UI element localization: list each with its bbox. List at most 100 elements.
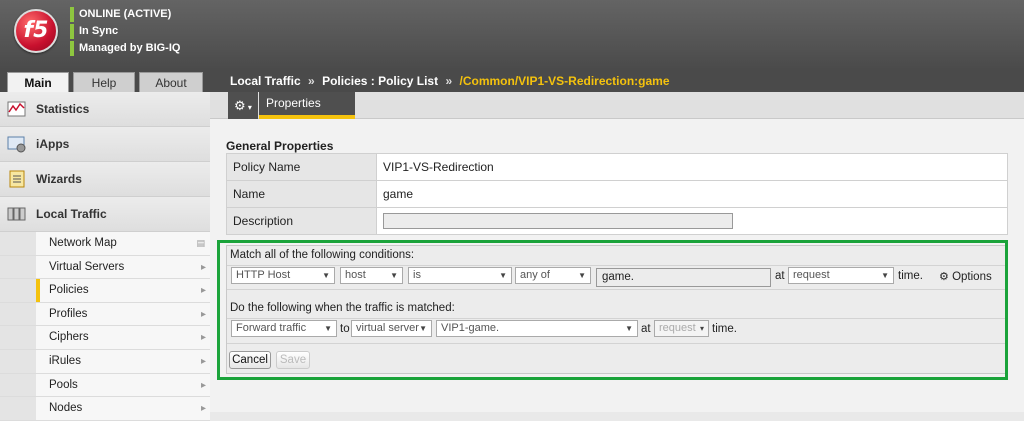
chevron-down-icon: ▼ xyxy=(390,271,398,280)
iapps-icon xyxy=(7,136,26,153)
action-at-label: at xyxy=(641,323,651,335)
local-traffic-submenu: Network Map ▤ Virtual Servers ▸ Policies ▸ … xyxy=(0,232,210,421)
sidebar: Statistics iApps Wizards Local Traffic N… xyxy=(0,92,210,421)
network-map-icon: ▤ xyxy=(196,238,205,248)
app-header: f5 ONLINE (ACTIVE) In Sync Managed by BI… xyxy=(0,0,1024,70)
select-value: VIP1-game. xyxy=(441,322,500,334)
sidebar-item-label: Local Traffic xyxy=(36,207,107,221)
chevron-right-icon: ▸ xyxy=(200,332,206,344)
submenu-label: iRules xyxy=(49,354,81,367)
chevron-right-icon: ▸ xyxy=(200,355,206,367)
main-tabs: Main Help About xyxy=(0,70,210,92)
action-event-select[interactable]: request ▾ xyxy=(654,320,709,337)
submenu-policies[interactable]: Policies ▸ xyxy=(0,279,210,303)
main-content: ⚙ ▾ Properties General Properties Policy… xyxy=(210,92,1024,412)
select-value: request xyxy=(659,322,696,334)
table-row: Description xyxy=(226,207,1008,235)
chevron-right-icon: ▸ xyxy=(200,403,206,415)
conditions-title: Match all of the following conditions: xyxy=(230,249,415,261)
condition-operand-select[interactable]: HTTP Host ▼ xyxy=(231,267,335,284)
actions-title: Do the following when the traffic is mat… xyxy=(230,302,455,314)
breadcrumb-separator: » xyxy=(308,74,315,88)
submenu-label: Nodes xyxy=(49,402,83,415)
chevron-right-icon: ▸ xyxy=(200,261,206,273)
condition-at-label: at xyxy=(775,270,785,282)
action-select[interactable]: Forward traffic ▼ xyxy=(231,320,337,337)
submenu-irules[interactable]: iRules ▸ xyxy=(0,349,210,374)
chevron-right-icon: ▸ xyxy=(200,285,206,297)
chevron-down-icon: ▼ xyxy=(625,324,633,333)
cancel-button[interactable]: Cancel xyxy=(229,351,271,369)
action-target-type-select[interactable]: virtual server ▼ xyxy=(351,320,432,337)
status-online: ONLINE (ACTIVE) xyxy=(70,7,180,22)
policy-rule-editor: Match all of the following conditions: H… xyxy=(226,245,1008,374)
submenu-virtual-servers[interactable]: Virtual Servers ▸ xyxy=(0,255,210,280)
sidebar-item-wizards[interactable]: Wizards xyxy=(0,162,210,197)
condition-value-input[interactable]: game. xyxy=(596,268,771,287)
select-value: HTTP Host xyxy=(236,269,291,281)
submenu-label: Policies xyxy=(49,284,89,297)
description-field[interactable] xyxy=(383,213,733,229)
submenu-label: Pools xyxy=(49,378,78,391)
chevron-down-icon: ▼ xyxy=(881,271,889,280)
subtab-bar: ⚙ ▾ Properties xyxy=(210,92,1024,119)
breadcrumb: Local Traffic » Policies : Policy List »… xyxy=(210,70,1024,92)
sidebar-item-local-traffic[interactable]: Local Traffic xyxy=(0,197,210,232)
condition-event-select[interactable]: request ▼ xyxy=(788,267,894,284)
f5-logo: f5 xyxy=(14,9,58,53)
select-value: any of xyxy=(520,269,550,281)
gear-icon[interactable]: ⚙ ▾ xyxy=(228,92,258,119)
submenu-network-map[interactable]: Network Map ▤ xyxy=(0,232,210,256)
description-label: Description xyxy=(226,207,377,235)
action-target-select[interactable]: VIP1-game. ▼ xyxy=(436,320,638,337)
breadcrumb-separator: » xyxy=(445,74,453,88)
sidebar-item-statistics[interactable]: Statistics xyxy=(0,92,210,127)
gear-icon: ⚙ xyxy=(939,271,949,283)
statistics-icon xyxy=(7,101,26,117)
table-row: Name game xyxy=(226,180,1008,208)
condition-property-select[interactable]: host ▼ xyxy=(340,267,403,284)
sidebar-item-iapps[interactable]: iApps xyxy=(0,127,210,162)
tab-main[interactable]: Main xyxy=(7,72,69,92)
submenu-label: Ciphers xyxy=(49,331,89,344)
chevron-down-icon: ▼ xyxy=(419,324,427,333)
local-traffic-icon xyxy=(7,207,26,221)
chevron-down-icon: ▼ xyxy=(322,271,330,280)
chevron-right-icon: ▸ xyxy=(200,379,206,391)
breadcrumb-current: /Common/VIP1-VS-Redirection:game xyxy=(459,74,670,88)
sidebar-item-label: Statistics xyxy=(36,102,90,116)
wizards-icon xyxy=(9,170,25,188)
policy-name-value: VIP1-VS-Redirection xyxy=(376,153,1008,181)
condition-match-select[interactable]: any of ▼ xyxy=(515,267,591,284)
select-value: virtual server xyxy=(356,322,419,334)
description-cell xyxy=(376,207,1008,235)
condition-operator-select[interactable]: is ▼ xyxy=(408,267,512,284)
table-row: Policy Name VIP1-VS-Redirection xyxy=(226,153,1008,181)
options-label: Options xyxy=(952,271,992,283)
policy-name-label: Policy Name xyxy=(226,153,377,181)
name-value: game xyxy=(376,180,1008,208)
submenu-pools[interactable]: Pools ▸ xyxy=(0,373,210,398)
general-properties-table: Policy Name VIP1-VS-Redirection Name gam… xyxy=(226,153,1008,235)
name-label: Name xyxy=(226,180,377,208)
options-button[interactable]: ⚙ Options xyxy=(939,270,992,283)
save-button[interactable]: Save xyxy=(276,351,310,369)
status-sync: In Sync xyxy=(70,24,180,39)
sidebar-item-label: Wizards xyxy=(36,172,82,186)
submenu-label: Profiles xyxy=(49,307,88,320)
breadcrumb-policy-list[interactable]: Policies : Policy List xyxy=(322,74,438,88)
action-time-label: time. xyxy=(712,323,737,335)
submenu-label: Network Map xyxy=(49,237,117,249)
select-value: is xyxy=(413,269,421,281)
submenu-nodes[interactable]: Nodes ▸ xyxy=(0,397,210,421)
chevron-right-icon: ▸ xyxy=(200,308,206,320)
tab-properties[interactable]: Properties xyxy=(259,92,355,119)
tab-help[interactable]: Help xyxy=(73,72,135,92)
submenu-label: Virtual Servers xyxy=(49,260,125,273)
action-to-label: to xyxy=(340,323,350,335)
tab-about[interactable]: About xyxy=(139,72,203,92)
submenu-profiles[interactable]: Profiles ▸ xyxy=(0,302,210,327)
submenu-ciphers[interactable]: Ciphers ▸ xyxy=(0,326,210,350)
breadcrumb-local-traffic[interactable]: Local Traffic xyxy=(230,74,301,88)
condition-time-label: time. xyxy=(898,270,923,282)
